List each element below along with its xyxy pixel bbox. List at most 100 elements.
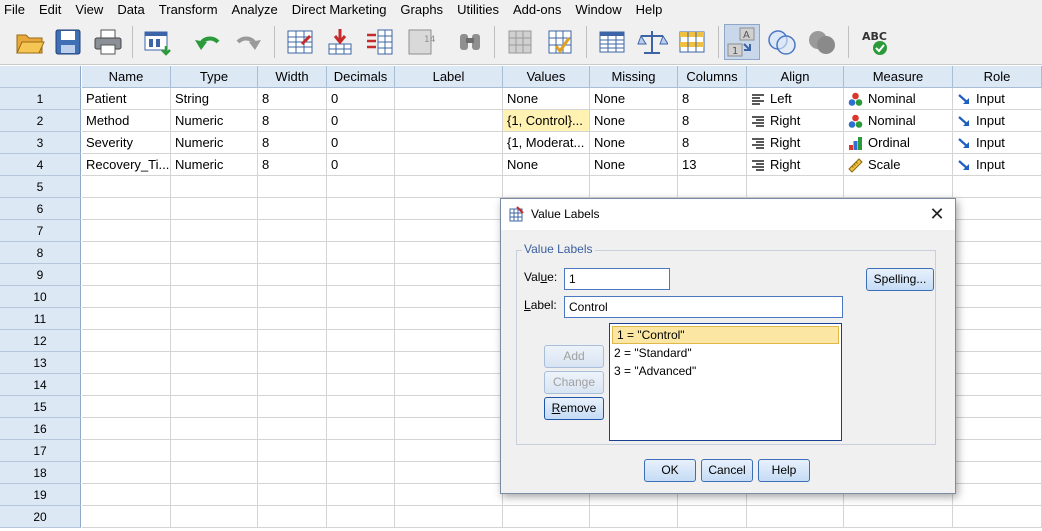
spelling-button[interactable]: Spelling... <box>866 268 934 291</box>
cell-type[interactable] <box>171 418 258 440</box>
cell-role[interactable] <box>953 264 1042 286</box>
row-number[interactable]: 15 <box>0 396 81 418</box>
row-number[interactable]: 11 <box>0 308 81 330</box>
cell-values[interactable]: {1, Control}... <box>503 110 590 132</box>
cell-decimals[interactable] <box>327 198 395 220</box>
cell-align[interactable] <box>747 176 844 198</box>
cell-measure[interactable] <box>844 506 953 528</box>
cell-label[interactable] <box>395 242 503 264</box>
list-item[interactable]: 1 = "Control" <box>612 326 839 344</box>
column-header-type[interactable]: Type <box>171 66 258 88</box>
column-header-name[interactable]: Name <box>82 66 171 88</box>
menu-direct-marketing[interactable]: Direct Marketing <box>286 0 395 20</box>
select-cases-icon[interactable] <box>674 24 710 60</box>
cell-columns[interactable]: 8 <box>678 132 747 154</box>
row-number[interactable]: 10 <box>0 286 81 308</box>
spell-check-icon[interactable]: ABC <box>856 24 892 60</box>
cell-width[interactable] <box>258 484 327 506</box>
cell-label[interactable] <box>395 440 503 462</box>
cell-measure[interactable] <box>844 176 953 198</box>
cell-width[interactable] <box>258 286 327 308</box>
cell-name[interactable] <box>82 308 171 330</box>
cell-role[interactable] <box>953 176 1042 198</box>
cell-missing[interactable] <box>590 506 678 528</box>
cell-role[interactable] <box>953 484 1042 506</box>
cell-role[interactable] <box>953 220 1042 242</box>
cell-label[interactable] <box>395 264 503 286</box>
find-icon[interactable] <box>452 24 488 60</box>
cell-type[interactable]: Numeric <box>171 110 258 132</box>
cell-width[interactable] <box>258 176 327 198</box>
cell-decimals[interactable] <box>327 330 395 352</box>
cell-label[interactable] <box>395 374 503 396</box>
split-file-icon[interactable] <box>594 24 630 60</box>
cell-decimals[interactable] <box>327 308 395 330</box>
cell-decimals[interactable] <box>327 440 395 462</box>
row-number[interactable]: 6 <box>0 198 81 220</box>
row-number[interactable]: 17 <box>0 440 81 462</box>
row-number[interactable]: 5 <box>0 176 81 198</box>
column-header-align[interactable]: Align <box>747 66 844 88</box>
cell-type[interactable]: String <box>171 88 258 110</box>
cell-name[interactable] <box>82 286 171 308</box>
weight-cases-icon[interactable] <box>634 24 670 60</box>
cell-role[interactable] <box>953 286 1042 308</box>
column-header-columns[interactable]: Columns <box>678 66 747 88</box>
cell-columns[interactable]: 8 <box>678 88 747 110</box>
show-all-variables-icon[interactable] <box>804 24 840 60</box>
cell-name[interactable] <box>82 242 171 264</box>
cell-label[interactable] <box>395 462 503 484</box>
cell-label[interactable] <box>395 88 503 110</box>
cell-role[interactable] <box>953 462 1042 484</box>
cell-decimals[interactable] <box>327 264 395 286</box>
cell-columns[interactable] <box>678 176 747 198</box>
cell-role[interactable] <box>953 330 1042 352</box>
cell-role[interactable] <box>953 396 1042 418</box>
cell-label[interactable] <box>395 132 503 154</box>
cell-columns[interactable]: 8 <box>678 110 747 132</box>
cell-type[interactable] <box>171 308 258 330</box>
menu-help[interactable]: Help <box>630 0 671 20</box>
cell-width[interactable] <box>258 308 327 330</box>
cell-width[interactable] <box>258 264 327 286</box>
cell-columns[interactable] <box>678 506 747 528</box>
undo-icon[interactable] <box>190 24 226 60</box>
cell-measure[interactable]: Nominal <box>844 110 953 132</box>
cell-label[interactable] <box>395 484 503 506</box>
redo-icon[interactable] <box>230 24 266 60</box>
menu-view[interactable]: View <box>69 0 111 20</box>
menu-file[interactable]: File <box>0 0 33 20</box>
cell-values[interactable] <box>503 506 590 528</box>
cell-missing[interactable]: None <box>590 88 678 110</box>
change-button[interactable]: Change <box>544 371 604 394</box>
row-number[interactable]: 8 <box>0 242 81 264</box>
close-icon[interactable]: ✕ <box>925 203 949 225</box>
add-button[interactable]: Add <box>544 345 604 368</box>
cell-width[interactable] <box>258 396 327 418</box>
column-header-label[interactable]: Label <box>395 66 503 88</box>
row-number[interactable]: 19 <box>0 484 81 506</box>
menu-analyze[interactable]: Analyze <box>226 0 286 20</box>
cell-type[interactable]: Numeric <box>171 154 258 176</box>
cell-label[interactable] <box>395 418 503 440</box>
cell-name[interactable] <box>82 418 171 440</box>
menu-data[interactable]: Data <box>111 0 152 20</box>
cell-role[interactable] <box>953 308 1042 330</box>
cell-role[interactable]: Input <box>953 132 1042 154</box>
cell-name[interactable] <box>82 264 171 286</box>
cell-missing[interactable]: None <box>590 110 678 132</box>
value-labels-list[interactable]: 1 = "Control" 2 = "Standard" 3 = "Advanced… <box>609 323 842 441</box>
cell-name[interactable]: Method <box>82 110 171 132</box>
cell-role[interactable]: Input <box>953 154 1042 176</box>
cell-role[interactable] <box>953 198 1042 220</box>
cell-width[interactable] <box>258 440 327 462</box>
open-icon[interactable] <box>12 24 48 60</box>
insert-cases-icon[interactable] <box>502 24 538 60</box>
cell-role[interactable] <box>953 374 1042 396</box>
cell-role[interactable] <box>953 440 1042 462</box>
cell-label[interactable] <box>395 396 503 418</box>
cell-role[interactable]: Input <box>953 110 1042 132</box>
cell-align[interactable]: Right <box>747 132 844 154</box>
cell-name[interactable] <box>82 462 171 484</box>
cell-decimals[interactable] <box>327 484 395 506</box>
